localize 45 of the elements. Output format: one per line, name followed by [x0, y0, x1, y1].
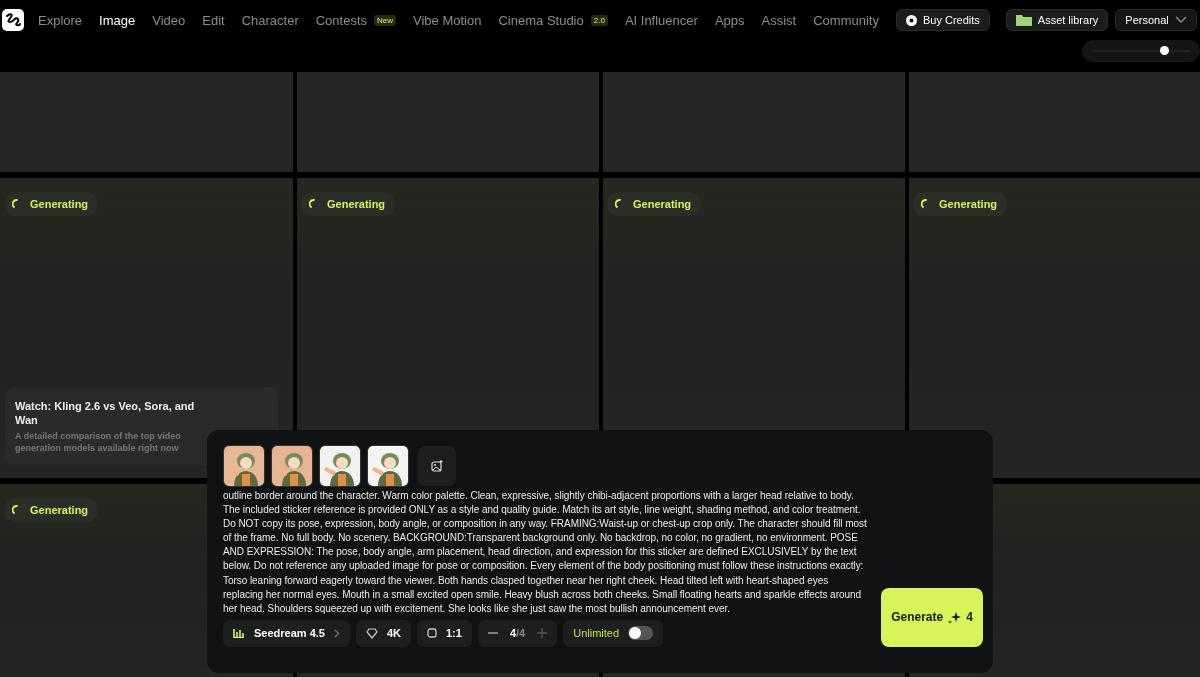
count-value: 4/4	[509, 627, 526, 640]
diamond-icon	[365, 627, 378, 639]
nav-link[interactable]: Vibe Motion	[413, 12, 482, 28]
nav-link[interactable]: Explore	[38, 12, 83, 28]
chevron-right-icon	[333, 628, 340, 638]
nav-badge: New	[374, 14, 397, 26]
workspace-dropdown[interactable]: Personal	[1115, 9, 1197, 31]
square-icon	[427, 628, 437, 639]
nav-link[interactable]: Edit	[202, 12, 225, 28]
status-badge: Generating	[4, 192, 99, 216]
status-badge: Generating	[301, 192, 396, 216]
logo-icon[interactable]	[2, 9, 24, 31]
image-add-icon	[431, 460, 443, 472]
coin-icon	[905, 14, 917, 26]
nav-link[interactable]: AI Influencer	[624, 12, 698, 28]
nav-link[interactable]: Apps	[714, 12, 745, 28]
nav-link[interactable]: Video	[152, 12, 186, 28]
size-slider[interactable]	[1082, 40, 1200, 62]
bars-icon	[233, 628, 245, 639]
nav-link[interactable]: Character	[241, 12, 299, 28]
nav-link[interactable]: Image	[99, 12, 136, 28]
prompt-text[interactable]: outline border around the character. Warm color palette. Clean, expressive, slightly chibi-adjacent proportions with a larger head relative to body. The included sticker reference is provided ONLY as a style and quality guide. Match its art style, line weight, shading method, and color treatment. Do NOT copy its pose, expression, body angle, or composition in any way. FRAMING:Waist-up or chest-up crop only. The character should fill most of the frame. No full body. No scenery. BACKGROUND:Transparent background only. No backdrop, no color, no gradient, no environment. POSE AND EXPRESSION: The pose, body angle, arm placement, head direction, and expression for this sticker are defined EXCLUSIVELY by the text below. Do not reference any uploaded image for pose or composition. Every element of the body positioning must follow these instructions exactly: Torso leaning forward eagerly toward the viewer. Both hands clasped together near her right cheek. Head tilted left with heart-shaped eyes replacing her normal eyes. Mouth in a small excited open smile. Heavy blush across both cheeks. Small floating hearts and sparkle effects around her head. Shoulders squeezed up with excitement. She looks like she just saw the most bullish announcement ever.	[223, 489, 869, 616]
promo-text: A detailed comparison of the top video generation models available right now	[15, 430, 182, 454]
status-badge: Generating	[4, 498, 99, 522]
nav-link[interactable]: Cinema Studio	[498, 12, 584, 28]
add-image-button[interactable]	[418, 446, 456, 486]
count-stepper[interactable]: 4/4	[477, 619, 558, 647]
status-badge: Generating	[913, 192, 1008, 216]
buy-credits-button[interactable]: Buy Credits	[895, 9, 990, 31]
promo-title: Watch: Kling 2.6 vs Veo, Sora, and Wan	[15, 399, 196, 427]
quality-selector[interactable]: 4K	[355, 619, 411, 647]
nav-link[interactable]: Community	[813, 12, 879, 28]
generate-cost: 4	[966, 610, 973, 625]
unlimited-toggle[interactable]	[628, 626, 654, 641]
status-badge: Generating	[607, 192, 702, 216]
nav-link[interactable]: Assist	[761, 12, 797, 28]
chevron-down-icon	[1174, 16, 1187, 24]
model-selector[interactable]: Seedream 4.5	[223, 619, 350, 647]
folder-icon	[1015, 14, 1032, 26]
asset-library-button[interactable]: Asset library	[1005, 9, 1109, 31]
nav-link[interactable]: Contests	[315, 12, 368, 28]
unlimited-label: Unlimited	[573, 627, 620, 640]
nav-badge: 2.0	[590, 14, 608, 26]
generate-button[interactable]: Generate 4	[881, 587, 983, 647]
ratio-selector[interactable]: 1:1	[417, 619, 472, 647]
